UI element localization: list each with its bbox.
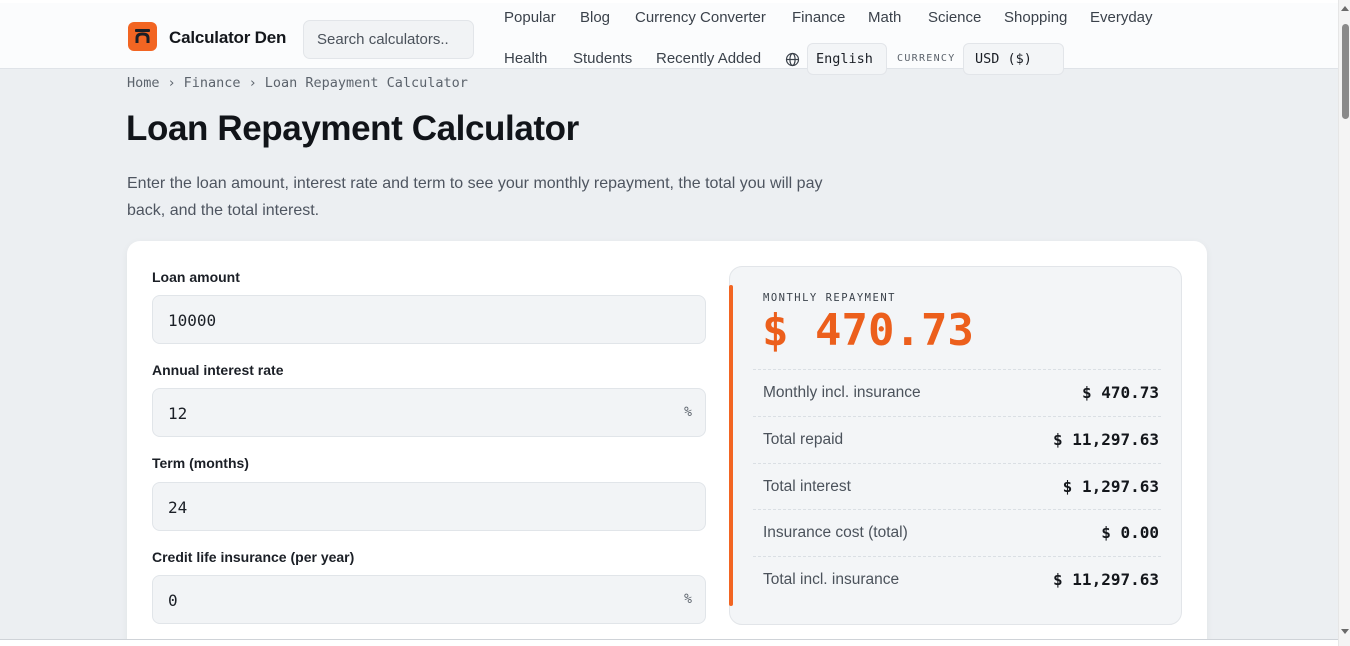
breadcrumb-current: Loan Repayment Calculator — [264, 75, 468, 91]
nav-students[interactable]: Students — [573, 50, 632, 67]
loan-amount-value: 10000 — [168, 311, 217, 330]
language-select[interactable]: English — [807, 43, 887, 75]
nav-recently-added[interactable]: Recently Added — [656, 50, 761, 67]
brand-name[interactable]: Calculator Den — [169, 28, 286, 48]
scrollbar-thumb[interactable] — [1342, 24, 1349, 119]
results-accent-bar — [729, 285, 733, 606]
currency-label: CURRENCY — [897, 53, 956, 64]
monthly-repayment-value: $ 470.73 — [762, 305, 974, 356]
calculator-den-logo-icon[interactable] — [128, 22, 157, 51]
nav-science[interactable]: Science — [928, 9, 981, 26]
result-value: $ 11,297.63 — [1053, 430, 1159, 449]
breadcrumb-separator: › — [167, 75, 176, 91]
top-navigation-bar: Calculator Den Search calculators.. Popu… — [0, 0, 1338, 75]
monthly-repayment-label: MONTHLY REPAYMENT — [763, 292, 896, 304]
result-row: Monthly incl. insurance $ 470.73 — [753, 369, 1161, 416]
nav-health[interactable]: Health — [504, 50, 547, 67]
result-value: $ 0.00 — [1101, 523, 1159, 542]
term-label: Term (months) — [152, 455, 249, 471]
percent-suffix: % — [684, 405, 692, 420]
scroll-down-arrow-icon[interactable] — [1341, 629, 1349, 634]
result-label: Total interest — [763, 478, 851, 495]
result-row: Total incl. insurance $ 11,297.63 — [753, 556, 1161, 603]
insurance-input[interactable]: 0 % — [152, 575, 706, 624]
percent-suffix: % — [684, 592, 692, 607]
insurance-value: 0 — [168, 591, 178, 610]
result-value: $ 11,297.63 — [1053, 570, 1159, 589]
breadcrumb: Home › Finance › Loan Repayment Calculator — [127, 75, 468, 91]
page-description: Enter the loan amount, interest rate and… — [127, 175, 823, 219]
loan-amount-input[interactable]: 10000 — [152, 295, 706, 344]
breadcrumb-finance[interactable]: Finance — [184, 75, 241, 91]
currency-select[interactable]: USD ($) — [963, 43, 1064, 75]
scroll-up-arrow-icon[interactable] — [1341, 6, 1349, 11]
insurance-label: Credit life insurance (per year) — [152, 549, 355, 565]
nav-blog[interactable]: Blog — [580, 9, 610, 26]
result-value: $ 1,297.63 — [1062, 477, 1159, 496]
nav-finance[interactable]: Finance — [792, 9, 845, 26]
result-label: Total repaid — [763, 431, 844, 448]
globe-icon — [785, 52, 800, 72]
result-label: Monthly incl. insurance — [763, 384, 921, 401]
result-row: Insurance cost (total) $ 0.00 — [753, 509, 1161, 556]
window-bottom-edge — [0, 639, 1338, 646]
interest-rate-label: Annual interest rate — [152, 362, 284, 378]
vertical-scrollbar[interactable] — [1338, 0, 1350, 646]
search-input[interactable]: Search calculators.. — [303, 20, 474, 59]
term-value: 24 — [168, 498, 188, 517]
nav-math[interactable]: Math — [868, 9, 901, 26]
nav-everyday[interactable]: Everyday — [1090, 9, 1153, 26]
nav-popular[interactable]: Popular — [504, 9, 556, 26]
nav-currency-converter[interactable]: Currency Converter — [635, 9, 766, 26]
result-label: Total incl. insurance — [763, 571, 900, 588]
interest-rate-value: 12 — [168, 404, 188, 423]
result-value: $ 470.73 — [1081, 383, 1159, 402]
nav-shopping[interactable]: Shopping — [1004, 9, 1067, 26]
breadcrumb-separator: › — [248, 75, 257, 91]
interest-rate-input[interactable]: 12 % — [152, 388, 706, 437]
page-title: Loan Repayment Calculator — [126, 109, 579, 148]
result-row: Total repaid $ 11,297.63 — [753, 416, 1161, 463]
result-row: Total interest $ 1,297.63 — [753, 463, 1161, 510]
breadcrumb-home[interactable]: Home — [127, 75, 160, 91]
result-label: Insurance cost (total) — [763, 524, 908, 541]
term-input[interactable]: 24 — [152, 482, 706, 531]
loan-amount-label: Loan amount — [152, 269, 240, 285]
